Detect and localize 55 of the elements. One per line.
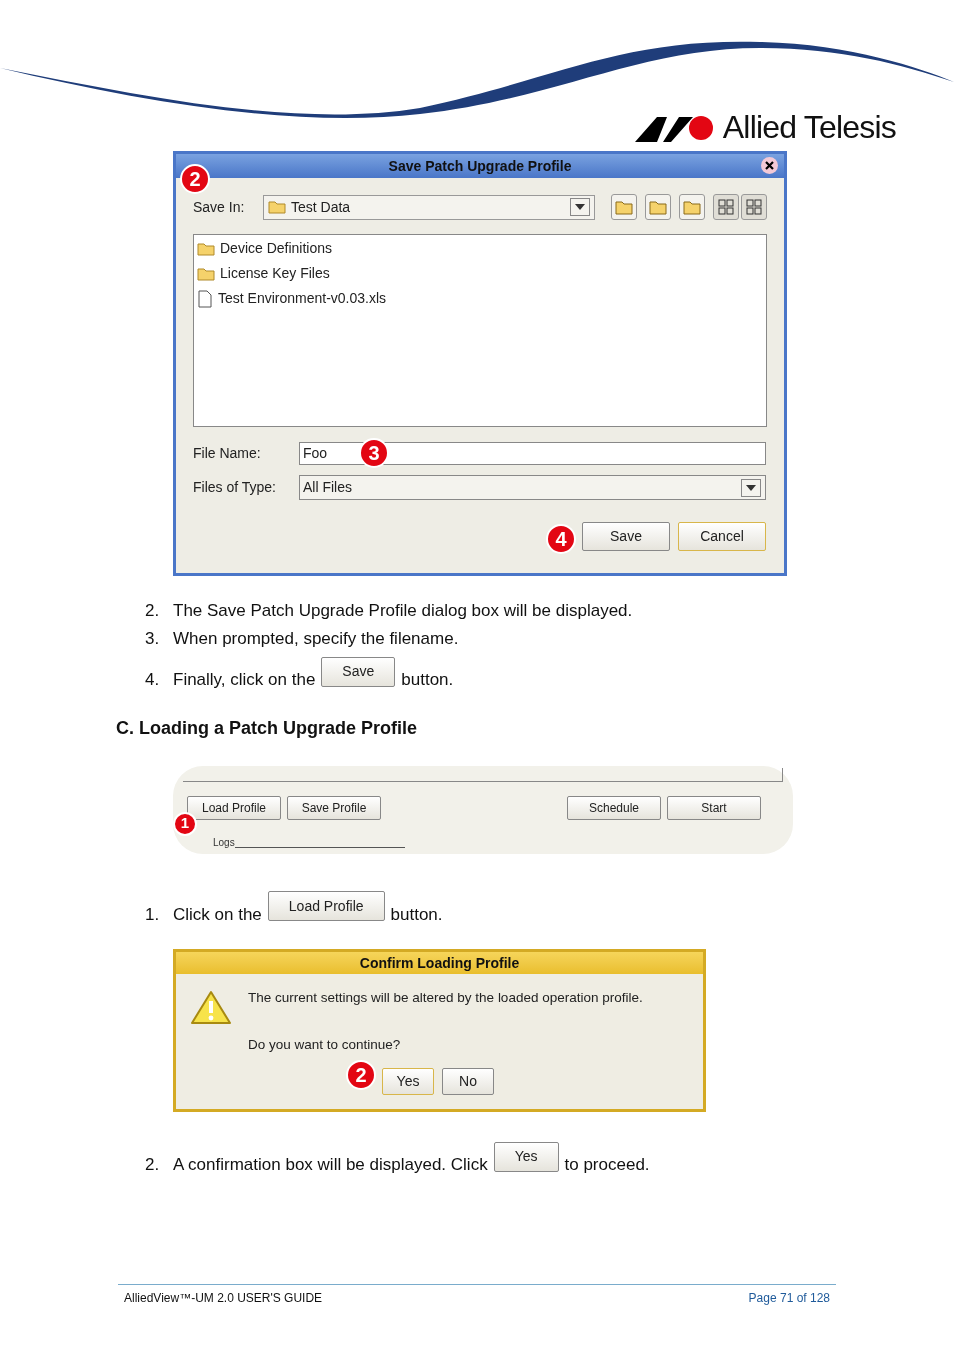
- file-list-item[interactable]: Device Definitions: [197, 238, 763, 259]
- toolbar-button[interactable]: Schedule: [567, 795, 661, 820]
- footer-title: AlliedView™-UM 2.0 USER'S GUIDE: [124, 1289, 323, 1307]
- step-text: A confirmation box will be displayed. Click: [173, 1154, 488, 1176]
- save-in-label: Save In:: [193, 197, 246, 217]
- step-text: When prompted, specify the filename.: [173, 627, 459, 650]
- dialog-message: The current settings will be altered by the loaded operation profile.: [248, 989, 643, 1007]
- button-image: Yes: [493, 1141, 559, 1172]
- document-icon: [197, 289, 213, 308]
- section-heading: C. Loading a Patch Upgrade Profile: [116, 716, 419, 740]
- step-text: The Save Patch Upgrade Profile dialog box will be displayed.: [173, 600, 633, 622]
- folder-icon: [268, 200, 286, 214]
- file-list-item[interactable]: Test Environment-v0.03.xls: [197, 288, 763, 309]
- step-number: 2.: [145, 1154, 161, 1176]
- folder-icon: [197, 266, 215, 281]
- step-text: to proceed.: [564, 1154, 650, 1176]
- callout-badge: 4: [546, 524, 576, 554]
- new-folder-icon[interactable]: [679, 194, 705, 220]
- step-number: 4.: [145, 669, 161, 691]
- toolbar-button[interactable]: Start: [667, 795, 761, 820]
- step-text: button.: [390, 903, 443, 926]
- dialog-question: Do you want to continue?: [248, 1036, 402, 1055]
- close-button[interactable]: [761, 157, 778, 174]
- toolbar-button[interactable]: Load Profile: [187, 795, 281, 820]
- logs-label: Logs: [213, 837, 235, 848]
- step-number: 3.: [145, 627, 161, 650]
- step-number: 1.: [145, 903, 161, 926]
- save-in-dropdown[interactable]: Test Data: [263, 194, 595, 220]
- file-type-label: Files of Type:: [193, 478, 277, 497]
- file-name-label: File Name:: [193, 444, 262, 463]
- callout-badge: 3: [359, 438, 389, 468]
- step-text: Click on the: [173, 903, 262, 926]
- button-image: Load Profile: [267, 891, 385, 922]
- logo-mark-icon: [634, 115, 715, 143]
- dialog-button[interactable]: Cancel: [678, 522, 766, 551]
- dialog-button[interactable]: No: [442, 1067, 494, 1095]
- dialog-title: Save Patch Upgrade Profile: [388, 156, 572, 176]
- file-list-item[interactable]: License Key Files: [197, 263, 763, 284]
- dialog-button[interactable]: Yes: [382, 1067, 434, 1095]
- logo-text: Allied Telesis: [722, 111, 896, 143]
- page-number: Page 71 of 128: [748, 1289, 830, 1307]
- toolbar-button[interactable]: Save Profile: [287, 795, 381, 820]
- dialog-title: Confirm Loading Profile: [359, 953, 520, 973]
- warning-icon: [190, 990, 232, 1026]
- close-icon: [765, 161, 774, 170]
- callout-badge: 1: [173, 811, 197, 836]
- step-number: 2.: [145, 600, 161, 622]
- step-text: button.: [401, 669, 454, 691]
- callout-badge: 2: [180, 164, 210, 194]
- step-text: Finally, click on the: [173, 669, 316, 691]
- button-image: Save: [321, 656, 396, 687]
- callout-badge: 2: [346, 1060, 376, 1090]
- folder-icon: [197, 241, 215, 256]
- file-type-dropdown[interactable]: All Files: [299, 475, 766, 500]
- dialog-button[interactable]: Save: [582, 522, 670, 551]
